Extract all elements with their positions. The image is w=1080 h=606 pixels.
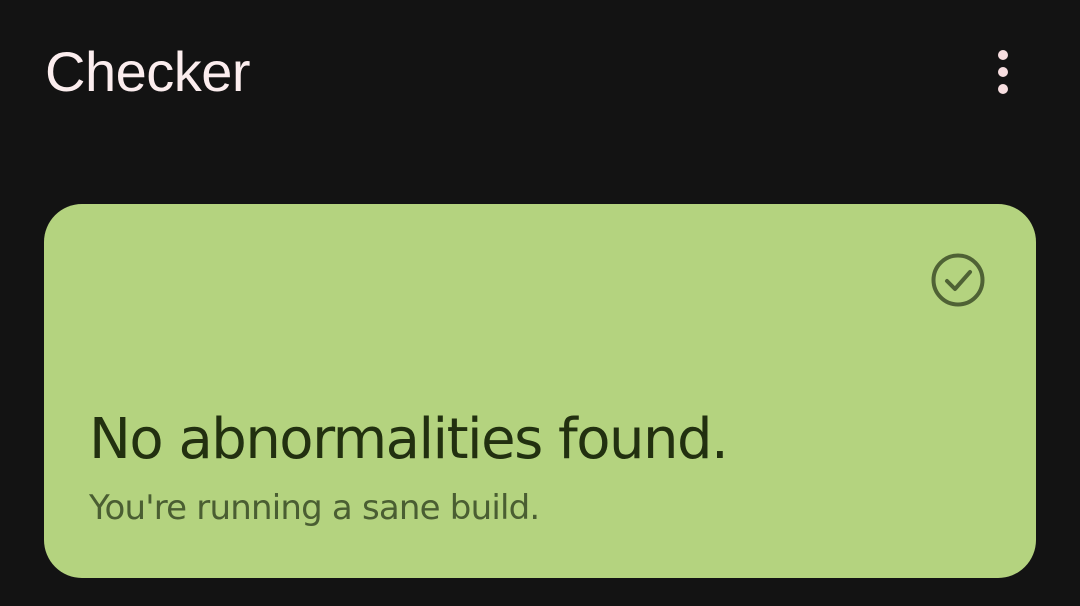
app-bar: Checker	[0, 0, 1080, 145]
status-subtitle: You're running a sane build.	[89, 488, 540, 528]
status-title: No abnormalities found.	[89, 407, 729, 472]
overflow-menu-button[interactable]	[975, 44, 1031, 100]
more-vert-icon	[997, 50, 1009, 94]
check-circle-icon	[930, 252, 986, 308]
status-card: No abnormalities found. You're running a…	[44, 204, 1036, 578]
app-title: Checker	[45, 40, 251, 103]
